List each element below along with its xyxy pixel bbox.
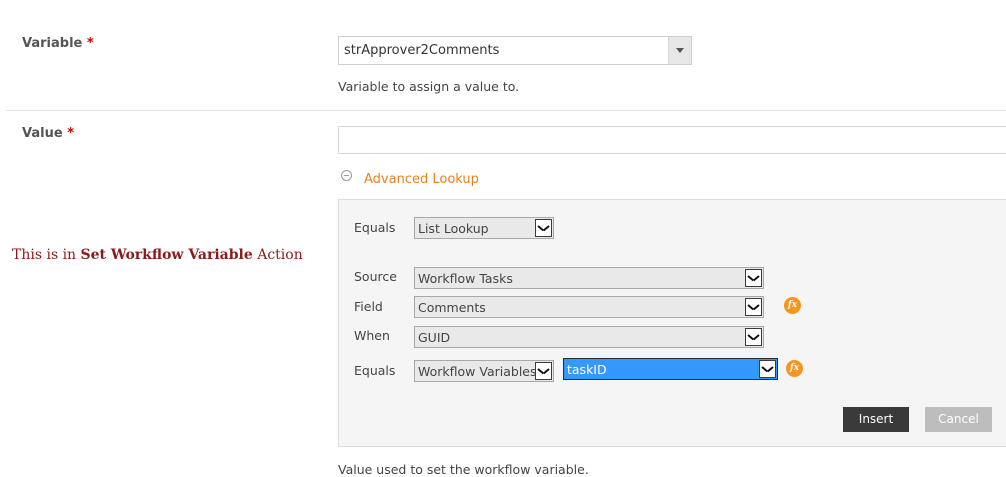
equals-label: Equals [354,220,396,235]
variable-required-mark: * [86,36,94,51]
collapse-circle-icon[interactable] [341,170,352,181]
value-label: Value * [22,126,74,141]
field-dropdown-value: Comments [418,300,486,315]
variable-label-text: Variable [22,36,83,51]
source-dropdown[interactable]: Workflow Tasks [414,267,764,289]
variable-select[interactable]: strApprover2Comments [338,36,692,65]
when-dropdown-value: GUID [418,330,451,345]
variable-help-text: Variable to assign a value to. [338,79,520,94]
value-input[interactable] [338,126,1006,154]
variable-select-value: strApprover2Comments [344,43,500,58]
chevron-down-icon[interactable] [745,269,762,287]
equals2-dropdown-value: Workflow Variables [418,364,537,379]
chevron-down-icon[interactable] [745,298,762,316]
field-dropdown[interactable]: Comments [414,296,764,318]
equals-dropdown-value: List Lookup [418,221,489,236]
variable-sub-dropdown-value: taskID [567,362,607,377]
insert-button[interactable]: Insert [843,407,909,432]
section-divider [6,110,1006,111]
when-dropdown[interactable]: GUID [414,326,764,348]
note-bold: Set Workflow Variable [80,247,253,263]
cancel-button[interactable]: Cancel [925,407,992,432]
chevron-down-icon[interactable] [759,360,776,378]
chevron-down-icon[interactable] [535,219,552,237]
variable-sub-dropdown[interactable]: taskID [563,358,778,380]
note-suffix: Action [257,247,303,263]
value-required-mark: * [67,126,74,141]
fx-function-icon[interactable]: fx [786,360,803,377]
chevron-down-icon[interactable] [668,37,691,64]
chevron-down-icon[interactable] [745,328,762,346]
equals2-dropdown[interactable]: Workflow Variables [414,360,554,382]
value-help-text: Value used to set the workflow variable. [338,462,589,477]
fx-function-icon[interactable]: fx [784,297,801,314]
annotation-note: This is in Set Workflow Variable Action [12,247,303,263]
advanced-lookup-link[interactable]: Advanced Lookup [364,172,479,187]
value-label-text: Value [22,126,63,141]
variable-label: Variable * [22,36,94,51]
source-dropdown-value: Workflow Tasks [418,271,513,286]
source-label: Source [354,269,397,284]
equals-dropdown[interactable]: List Lookup [414,217,554,239]
field-label: Field [354,299,383,314]
note-prefix: This is in [12,247,77,263]
chevron-down-icon[interactable] [535,362,552,380]
equals2-label: Equals [354,363,396,378]
when-label: When [354,328,390,343]
